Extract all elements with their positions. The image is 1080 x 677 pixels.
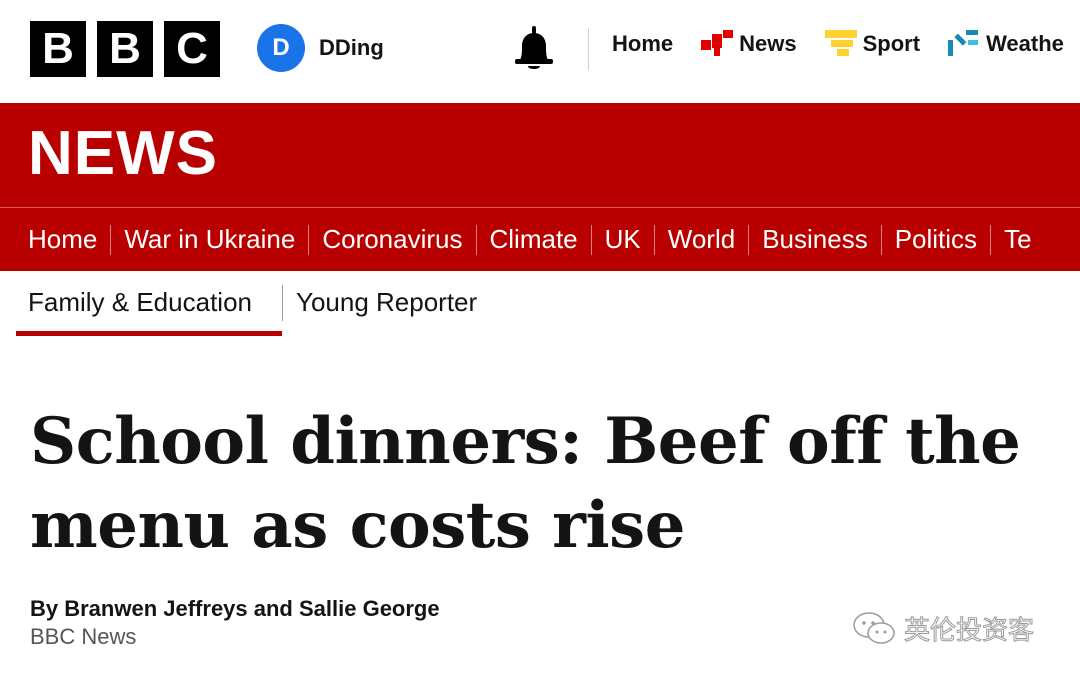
section-item-uk[interactable]: UK — [605, 224, 641, 255]
section-separator — [308, 224, 310, 255]
news-icon — [701, 30, 734, 56]
active-tab-underline — [16, 331, 282, 336]
top-nav-label: Sport — [862, 31, 921, 56]
section-separator — [590, 224, 592, 255]
bbc-logo-letter: B — [97, 21, 153, 77]
subnav-separator — [282, 285, 283, 321]
section-separator — [475, 224, 477, 255]
section-item-business[interactable]: Business — [762, 224, 868, 255]
bbc-logo-letter: C — [164, 21, 220, 77]
bbc-logo[interactable]: B B C — [30, 21, 220, 77]
section-item-world[interactable]: World — [668, 224, 735, 255]
nav-divider — [588, 28, 589, 70]
section-separator — [880, 224, 882, 255]
bbc-logo-letter: B — [30, 21, 86, 77]
section-item-home[interactable]: Home — [28, 224, 97, 255]
wechat-watermark: 英伦投资客 — [852, 610, 1035, 647]
article-byline: By Branwen Jeffreys and Sallie George — [30, 596, 440, 621]
section-item-war-in-ukraine[interactable]: War in Ukraine — [124, 224, 295, 255]
top-nav-sport[interactable]: Sport — [824, 30, 921, 58]
top-bar: B B C D DDing Home News Sport Weathe — [0, 0, 1080, 103]
account-name: DDing — [319, 35, 384, 60]
subnav: Family & Education Young Reporter — [0, 271, 1080, 337]
top-nav-news[interactable]: News — [701, 30, 797, 58]
top-nav-weather[interactable]: Weathe — [948, 30, 1064, 58]
article-headline: School dinners: Beef off the menu as cos… — [30, 404, 1021, 563]
sport-icon — [824, 30, 857, 56]
news-wordmark[interactable]: NEWS — [28, 123, 218, 185]
section-item-politics[interactable]: Politics — [895, 224, 977, 255]
weather-icon — [948, 30, 979, 56]
subnav-young-reporter[interactable]: Young Reporter — [296, 287, 477, 318]
news-banner: NEWS — [0, 103, 1080, 207]
article-source: BBC News — [30, 624, 137, 649]
wechat-icon — [853, 611, 895, 644]
section-separator — [653, 224, 655, 255]
account-button[interactable]: D DDing — [257, 24, 384, 72]
notification-bell-icon[interactable] — [512, 26, 556, 72]
top-nav-home[interactable]: Home — [612, 31, 673, 57]
section-item-coronavirus[interactable]: Coronavirus — [322, 224, 462, 255]
section-separator — [110, 224, 112, 255]
top-nav: Home News Sport Weathe — [612, 30, 1080, 58]
section-item-climate[interactable]: Climate — [490, 224, 578, 255]
subnav-family-education[interactable]: Family & Education — [16, 287, 264, 318]
avatar: D — [257, 24, 305, 72]
section-separator — [748, 224, 750, 255]
top-nav-label: Home — [612, 31, 674, 56]
section-nav: Home War in Ukraine Coronavirus Climate … — [0, 207, 1080, 271]
section-separator — [990, 224, 992, 255]
top-nav-label: News — [739, 31, 797, 56]
top-nav-label: Weathe — [986, 31, 1064, 56]
section-item-tech[interactable]: Te — [1004, 224, 1031, 255]
watermark-text: 英伦投资客 — [903, 616, 1035, 647]
